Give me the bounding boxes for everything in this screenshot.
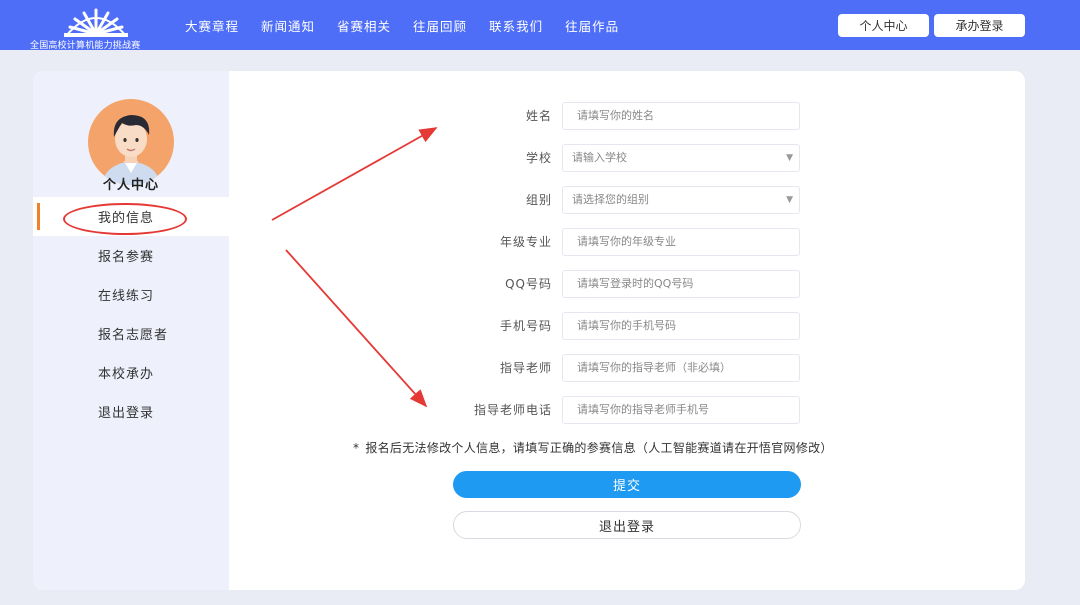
top-header: 全国高校计算机能力挑战赛 大赛章程 新闻通知 省赛相关 往届回顾 联系我们 往届… (0, 0, 1080, 51)
school-select-placeholder: 请输入学校 (572, 151, 627, 164)
sidebar-item-label: 在线练习 (98, 289, 155, 304)
sidebar-item-practice[interactable]: 在线练习 (33, 275, 229, 314)
sidebar-item-label: 报名参赛 (98, 250, 155, 265)
submit-button[interactable]: 提交 (453, 471, 801, 498)
group-label: 组别 (525, 193, 552, 207)
group-select-placeholder: 请选择您的组别 (572, 193, 649, 206)
form-row-school: 学校 (229, 144, 552, 172)
nav-item-past-works[interactable]: 往届作品 (565, 16, 619, 35)
nav-item-provincial[interactable]: 省赛相关 (337, 16, 391, 35)
main-nav: 大赛章程 新闻通知 省赛相关 往届回顾 联系我们 往届作品 (185, 0, 641, 50)
name-input[interactable]: 请填写你的姓名 (562, 102, 800, 130)
logo[interactable]: 全国高校计算机能力挑战赛 (30, 4, 170, 51)
logo-fan-icon (63, 8, 129, 37)
sidebar-item-volunteer[interactable]: 报名志愿者 (33, 314, 229, 353)
teacher-input[interactable]: 请填写你的指导老师（非必填） (562, 354, 800, 382)
form-row-name: 姓名 (229, 102, 552, 130)
school-select[interactable]: 请输入学校 ▼ (562, 144, 800, 172)
sidebar-item-logout[interactable]: 退出登录 (33, 392, 229, 431)
logo-text: 全国高校计算机能力挑战赛 (30, 41, 141, 51)
personal-center-button[interactable]: 个人中心 (838, 14, 929, 37)
school-label: 学校 (525, 151, 552, 165)
qq-input[interactable]: 请填写登录时的QQ号码 (562, 270, 800, 298)
sidebar-item-host-school[interactable]: 本校承办 (33, 353, 229, 392)
note-text: 报名后无法修改个人信息，请填写正确的参赛信息（人工智能赛道请在开悟官网修改） (365, 441, 833, 455)
form-row-teacher-phone: 指导老师电话 (229, 396, 552, 424)
main-card: 个人中心 我的信息 报名参赛 在线练习 报名志愿者 本校承办 退出登录 姓名 请… (33, 71, 1025, 590)
grade-major-input[interactable]: 请填写你的年级专业 (562, 228, 800, 256)
grade-major-label: 年级专业 (499, 235, 552, 249)
form-row-grade-major: 年级专业 (229, 228, 552, 256)
sidebar-title: 个人中心 (102, 178, 159, 193)
group-select[interactable]: 请选择您的组别 ▼ (562, 186, 800, 214)
note-star: * (353, 441, 360, 455)
host-login-button[interactable]: 承办登录 (934, 14, 1025, 37)
phone-input[interactable]: 请填写你的手机号码 (562, 312, 800, 340)
nav-item-news[interactable]: 新闻通知 (261, 16, 315, 35)
form-row-phone: 手机号码 (229, 312, 552, 340)
form-row-group: 组别 (229, 186, 552, 214)
sidebar-item-label: 退出登录 (98, 406, 155, 421)
logout-button[interactable]: 退出登录 (453, 511, 801, 539)
phone-label: 手机号码 (499, 319, 552, 333)
avatar (88, 99, 174, 185)
qq-label: QQ号码 (505, 277, 552, 291)
form-note: * 报名后无法修改个人信息，请填写正确的参赛信息（人工智能赛道请在开悟官网修改） (353, 439, 833, 456)
sidebar: 个人中心 我的信息 报名参赛 在线练习 报名志愿者 本校承办 退出登录 (33, 71, 229, 590)
annotation-ellipse (63, 203, 187, 235)
nav-item-review[interactable]: 往届回顾 (413, 16, 467, 35)
sidebar-item-label: 报名志愿者 (98, 328, 169, 343)
form-row-qq: QQ号码 (229, 270, 552, 298)
teacher-label: 指导老师 (499, 361, 552, 375)
name-label: 姓名 (525, 109, 552, 123)
sidebar-item-register[interactable]: 报名参赛 (33, 236, 229, 275)
form-row-teacher: 指导老师 (229, 354, 552, 382)
avatar-icon (88, 99, 174, 185)
sidebar-item-label: 本校承办 (98, 367, 155, 382)
chevron-down-icon: ▼ (786, 195, 793, 205)
teacher-phone-input[interactable]: 请填写你的指导老师手机号 (562, 396, 800, 424)
nav-item-rules[interactable]: 大赛章程 (185, 16, 239, 35)
teacher-phone-label: 指导老师电话 (473, 403, 552, 417)
chevron-down-icon: ▼ (786, 153, 793, 163)
nav-item-contact[interactable]: 联系我们 (489, 16, 543, 35)
